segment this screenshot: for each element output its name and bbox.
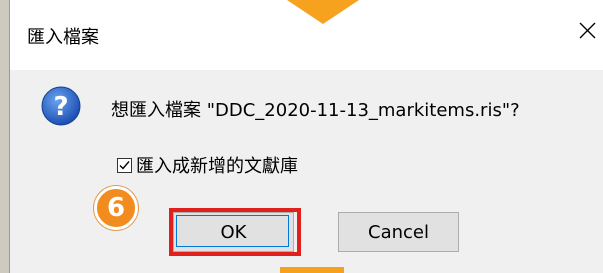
- cancel-button[interactable]: Cancel: [338, 212, 459, 252]
- close-button[interactable]: [577, 20, 603, 50]
- checkbox-box[interactable]: [117, 157, 132, 173]
- import-as-new-library-checkbox[interactable]: 匯入成新增的文獻庫: [117, 154, 298, 177]
- close-icon: [577, 20, 603, 40]
- ok-button[interactable]: OK: [173, 212, 294, 252]
- import-file-dialog: 匯入檔案 ? 想匯入檔案 "DDC_2020-11-13_markitems.r…: [9, 0, 603, 273]
- dialog-message: 想匯入檔案 "DDC_2020-11-13_markitems.ris"?: [111, 100, 520, 121]
- step-badge: 6: [94, 186, 138, 230]
- checkmark-icon: [119, 160, 130, 170]
- question-icon: ?: [41, 86, 81, 126]
- dialog-title: 匯入檔案: [27, 27, 99, 48]
- bottom-marker: [280, 267, 344, 273]
- svg-text:?: ?: [53, 92, 68, 122]
- pointer-arrow-icon: [279, 0, 367, 24]
- background-page: [0, 0, 9, 273]
- checkbox-label: 匯入成新增的文獻庫: [136, 156, 298, 177]
